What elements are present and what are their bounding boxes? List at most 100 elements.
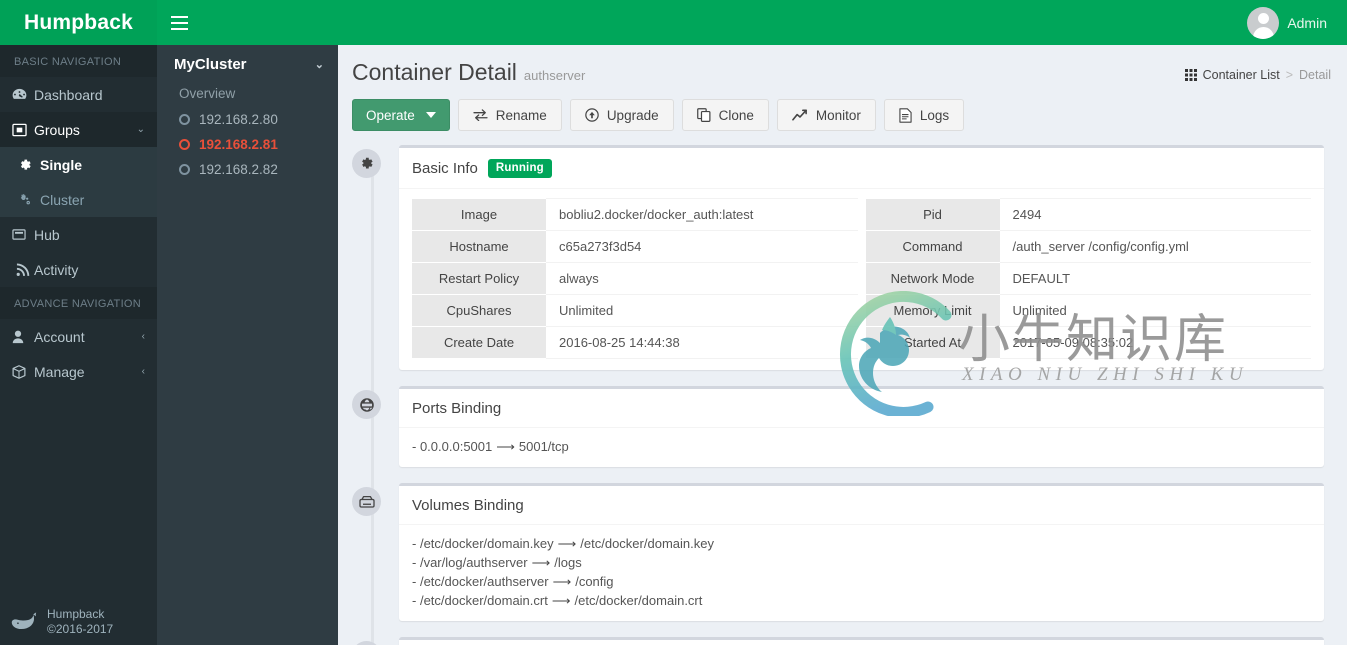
top-bar-right: Admin (157, 0, 1347, 45)
breadcrumb-current: Detail (1299, 68, 1331, 82)
volume-from: /var/log/authserver (419, 555, 528, 570)
chevron-left-icon: ‹ (141, 331, 145, 342)
upgrade-button-label: Upgrade (606, 107, 659, 123)
volumes-binding-list: - /etc/docker/domain.key ⟶/etc/docker/dom… (412, 534, 1311, 610)
ports-binding-header: Ports Binding (399, 389, 1324, 428)
basic-info-title: Basic Info (412, 160, 478, 177)
sidebar-item-hub[interactable]: Hub (0, 217, 157, 252)
table-value: Unlimited (546, 294, 858, 327)
list-item: - /etc/docker/domain.key ⟶/etc/docker/dom… (412, 536, 714, 551)
sidebar-footer-name: Humpback (47, 607, 105, 621)
cluster-panel: MyCluster ⌄ Overview 192.168.2.80 192.16… (157, 45, 338, 204)
sidebar-item-manage[interactable]: Manage ‹ (0, 354, 157, 389)
ports-binding-title: Ports Binding (412, 400, 502, 417)
table-row: Network Mode DEFAULT (865, 262, 1311, 295)
sidebar-section-basic: BASIC NAVIGATION (0, 45, 157, 77)
sidebar-item-account[interactable]: Account ‹ (0, 319, 157, 354)
arrow-right-icon: ⟶ (496, 439, 515, 454)
table-key: Started At (865, 326, 1000, 359)
ports-binding-body: - 0.0.0.0:5001 ⟶ 5001/tcp (399, 428, 1324, 467)
chevron-left-icon: ‹ (141, 366, 145, 377)
list-item: - 0.0.0.0:5001 ⟶ 5001/tcp (412, 439, 569, 454)
clone-button-label: Clone (718, 107, 754, 123)
leaf-icon (352, 641, 381, 645)
table-value: 2016-08-25 14:44:38 (546, 326, 858, 359)
list-item: - /etc/docker/domain.crt ⟶/etc/docker/dom… (412, 593, 703, 608)
table-row: Started At 2017-05-09 08:35:02 (865, 326, 1311, 359)
cluster-title[interactable]: MyCluster ⌄ (157, 45, 338, 83)
table-value: 2017-05-09 08:35:02 (999, 326, 1311, 359)
user-icon (12, 330, 34, 344)
cluster-overview-link[interactable]: Overview (157, 83, 338, 107)
sidebar-item-groups[interactable]: Groups ⌄ (0, 112, 157, 147)
breadcrumb-container-list[interactable]: Container List (1203, 68, 1280, 82)
clone-button[interactable]: Clone (681, 99, 769, 131)
operate-button[interactable]: Operate (352, 99, 450, 131)
table-row: Image bobliu2.docker/docker_auth:latest (412, 198, 858, 231)
cluster-panel-filler (157, 204, 338, 645)
logs-button-label: Logs (919, 107, 950, 123)
sidebar-item-label: Manage (34, 363, 85, 380)
circle-icon (179, 139, 190, 150)
ports-binding-card: Ports Binding - 0.0.0.0:5001 ⟶ 5001/tcp (399, 386, 1324, 467)
table-row: Restart Policy always (412, 262, 858, 295)
groups-icon (12, 123, 34, 137)
monitor-button-label: Monitor (815, 107, 861, 123)
sidebar-item-activity[interactable]: Activity (0, 252, 157, 287)
cluster-node-item-selected[interactable]: 192.168.2.81 (157, 132, 338, 157)
globe-icon (352, 390, 381, 419)
cluster-node-item[interactable]: 192.168.2.80 (157, 107, 338, 132)
rename-button[interactable]: Rename (457, 99, 562, 131)
port-to: 5001/tcp (518, 439, 569, 454)
table-value: DEFAULT (999, 262, 1311, 295)
table-row: Hostname c65a273f3d54 (412, 230, 858, 263)
arrow-right-icon: ⟶ (557, 536, 577, 551)
timeline-node-ports-binding: Ports Binding - 0.0.0.0:5001 ⟶ 5001/tcp (352, 386, 1347, 467)
page-subtitle: authserver (523, 68, 586, 83)
user-menu[interactable]: Admin (1241, 0, 1333, 45)
status-badge: Running (487, 159, 552, 178)
ports-binding-list: - 0.0.0.0:5001 ⟶ 5001/tcp (412, 437, 1311, 456)
volumes-binding-card: Volumes Binding - /etc/docker/domain.key… (399, 483, 1324, 621)
sidebar-item-label: Hub (34, 226, 60, 243)
table-key: Network Mode (865, 262, 1000, 295)
sidebar-footer-copyright: ©2016-2017 (47, 622, 114, 636)
volumes-binding-title: Volumes Binding (412, 497, 524, 514)
rename-button-label: Rename (495, 107, 547, 123)
volumes-binding-header: Volumes Binding (399, 486, 1324, 525)
cluster-node-item[interactable]: 192.168.2.82 (157, 157, 338, 182)
volume-to: /logs (554, 555, 582, 570)
logs-button[interactable]: Logs (883, 99, 965, 131)
table-row: Pid 2494 (865, 198, 1311, 231)
content-area: Container Detail authserver Container Lis… (338, 45, 1347, 645)
basic-info-table-right: Pid 2494 Command /auth_server /config/co… (865, 198, 1311, 359)
sidebar-item-single[interactable]: Single (0, 147, 157, 182)
dashboard-icon (12, 88, 34, 101)
breadcrumb: Container List > Detail (1184, 59, 1331, 82)
table-row: CpuShares Unlimited (412, 294, 858, 327)
page-header: Container Detail authserver Container Lis… (338, 45, 1347, 89)
sidebar-item-label: Account (34, 328, 85, 345)
sidebar-item-cluster[interactable]: Cluster (0, 182, 157, 217)
cube-icon (12, 364, 34, 379)
basic-info-tables: Image bobliu2.docker/docker_auth:latest … (412, 198, 1311, 359)
sidebar-item-label: Activity (34, 261, 79, 278)
chevron-down-icon: ⌄ (314, 59, 324, 71)
monitor-button[interactable]: Monitor (776, 99, 876, 131)
sidebar-item-dashboard[interactable]: Dashboard (0, 77, 157, 112)
volume-to: /etc/docker/domain.crt (574, 593, 703, 608)
table-key: Command (865, 230, 1000, 263)
chevron-down-icon: ⌄ (136, 124, 145, 135)
sidebar-item-label: Groups (34, 121, 80, 138)
gear-icon (352, 149, 381, 178)
cluster-node-label: 192.168.2.81 (199, 137, 278, 152)
timeline-node-basic-info: Basic Info Running Image bobliu2.docker/… (352, 145, 1347, 370)
table-key: Image (412, 198, 546, 231)
table-key: CpuShares (412, 294, 546, 327)
table-key: Restart Policy (412, 262, 546, 295)
brand-logo[interactable]: Humpback (0, 0, 157, 45)
app-root: Humpback Admin BASIC NAVIGATION Dashboar (0, 0, 1347, 645)
hamburger-icon[interactable] (157, 0, 201, 45)
upgrade-button[interactable]: Upgrade (569, 99, 674, 131)
volume-from: /etc/docker/domain.key (419, 536, 554, 551)
